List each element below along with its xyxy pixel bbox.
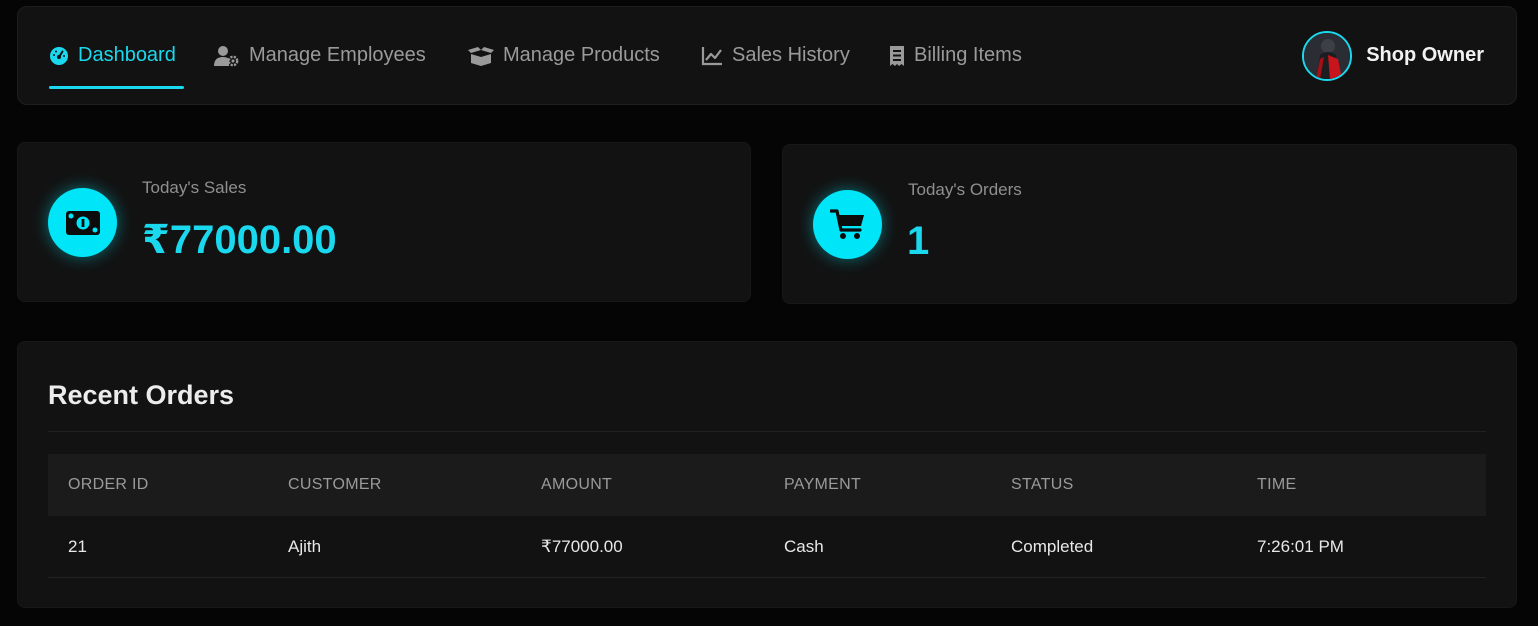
amount-cell: ₹77000.00	[541, 537, 623, 556]
order-id-cell: 21	[68, 537, 87, 556]
stat-value: 1	[907, 219, 930, 263]
shopping-cart-icon	[813, 190, 882, 259]
table-header: Order ID Customer Amount Payment Status …	[48, 454, 1486, 516]
status-cell: Completed	[1011, 537, 1094, 556]
nav-item-label: Manage Employees	[249, 44, 426, 66]
active-tab-indicator	[49, 86, 184, 89]
column-header-amount[interactable]: Amount	[541, 454, 612, 516]
line-chart-icon	[701, 46, 722, 65]
nav-item-manage-employees[interactable]: Manage Employees	[214, 7, 426, 104]
user-menu[interactable]: Shop Owner	[1302, 7, 1484, 104]
stat-value: ₹77000.00	[142, 218, 337, 262]
top-navbar: Dashboard Manage Employees Manage Produc…	[17, 6, 1517, 105]
divider	[48, 431, 1486, 432]
user-gear-icon	[214, 45, 239, 66]
nav-item-dashboard[interactable]: Dashboard	[49, 7, 176, 104]
todays-sales-card: Today's Sales ₹77000.00	[17, 142, 751, 302]
avatar[interactable]	[1302, 30, 1353, 81]
table-row[interactable]: 21 Ajith ₹77000.00 Cash Completed 7:26:0…	[48, 516, 1486, 578]
payment-cell: Cash	[784, 537, 824, 556]
stat-label: Today's Sales	[142, 178, 247, 197]
nav-item-sales-history[interactable]: Sales History	[701, 7, 850, 104]
todays-orders-card: Today's Orders 1	[782, 144, 1517, 304]
section-title: Recent Orders	[48, 380, 235, 410]
column-header-customer[interactable]: Customer	[288, 454, 382, 516]
nav-item-manage-products[interactable]: Manage Products	[468, 7, 660, 104]
time-cell: 7:26:01 PM	[1257, 537, 1344, 556]
gauge-icon	[50, 46, 68, 65]
nav-item-label: Manage Products	[503, 44, 660, 66]
column-header-time[interactable]: Time	[1257, 454, 1296, 516]
receipt-icon	[890, 45, 904, 66]
nav-item-label: Billing Items	[914, 44, 1022, 66]
orders-table: Order ID Customer Amount Payment Status …	[48, 454, 1486, 578]
nav-item-billing-items[interactable]: Billing Items	[889, 7, 1022, 104]
recent-orders-card: Recent Orders Order ID Customer Amount P…	[17, 341, 1517, 608]
nav-item-label: Dashboard	[78, 44, 176, 66]
column-header-status[interactable]: Status	[1011, 454, 1074, 516]
user-name: Shop Owner	[1366, 44, 1484, 66]
nav-item-label: Sales History	[732, 44, 850, 66]
column-header-payment[interactable]: Payment	[784, 454, 861, 516]
customer-cell: Ajith	[288, 537, 322, 556]
box-open-icon	[468, 46, 494, 66]
money-bill-icon	[48, 188, 117, 257]
column-header-order-id[interactable]: Order ID	[68, 454, 149, 516]
stat-label: Today's Orders	[908, 180, 1022, 199]
